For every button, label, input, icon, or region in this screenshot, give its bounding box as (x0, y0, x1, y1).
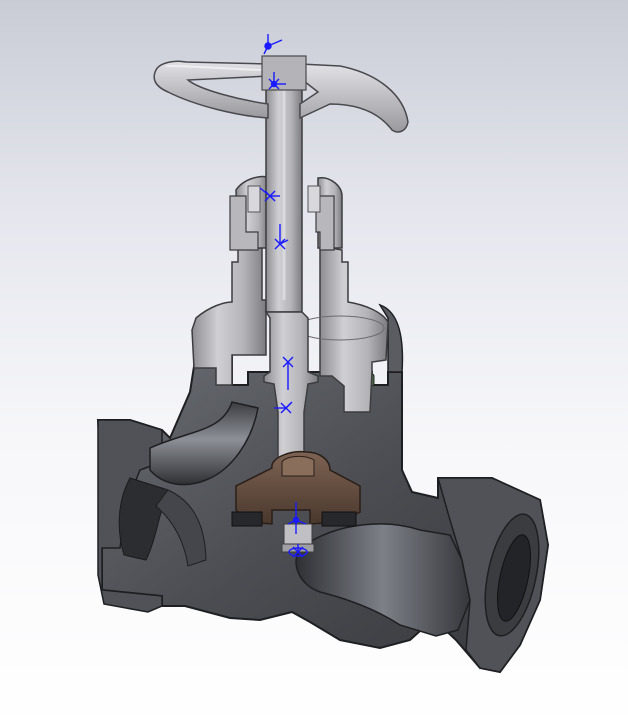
cad-viewport[interactable] (0, 0, 628, 727)
valve-section-scene (96, 34, 550, 674)
coordinate-triad-icon[interactable] (263, 34, 283, 55)
